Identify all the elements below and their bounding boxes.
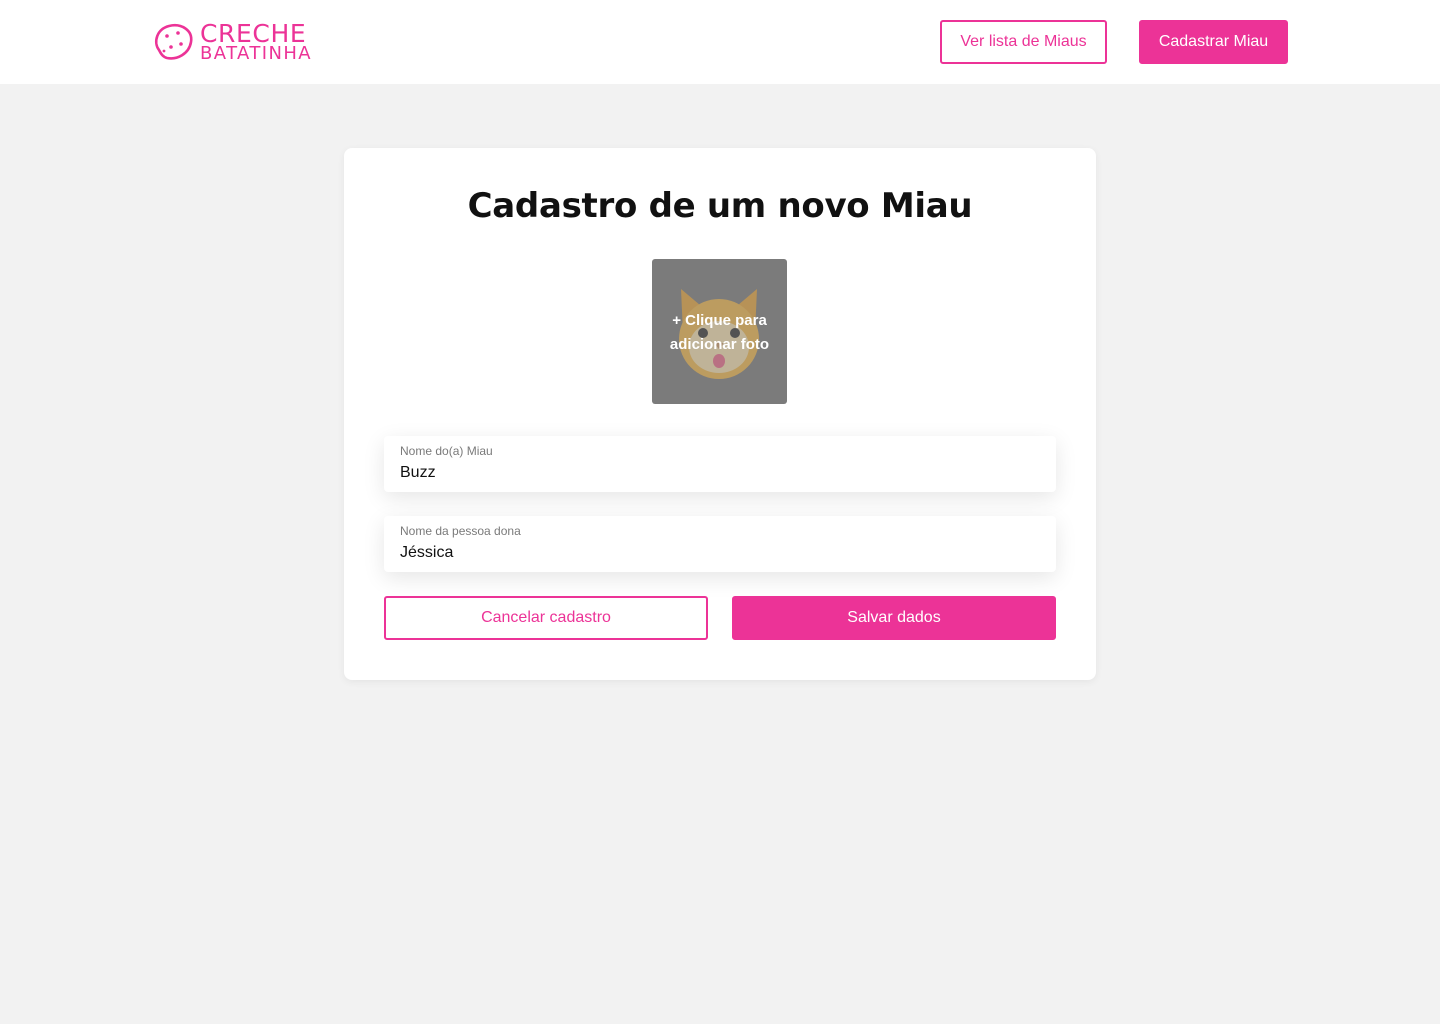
cat-name-field[interactable]: Nome do(a) Miau — [384, 436, 1056, 492]
photo-upload[interactable]: + Clique para adicionar foto — [652, 259, 787, 404]
cat-name-label: Nome do(a) Miau — [400, 444, 493, 458]
brand-logo[interactable]: CRECHE BATATINHA — [151, 20, 312, 64]
register-form-card: Cadastro de um novo Miau + Clique para a… — [344, 148, 1096, 680]
register-cat-button[interactable]: Cadastrar Miau — [1139, 20, 1288, 64]
brand-name: CRECHE BATATINHA — [200, 21, 312, 63]
owner-name-field[interactable]: Nome da pessoa dona — [384, 516, 1056, 572]
owner-name-label: Nome da pessoa dona — [400, 524, 521, 538]
brand-line-2: BATATINHA — [200, 43, 312, 64]
top-header: CRECHE BATATINHA Ver lista de Miaus Cada… — [0, 0, 1440, 84]
page-title: Cadastro de um novo Miau — [467, 186, 973, 226]
photo-upload-label: + Clique para adicionar foto — [652, 309, 787, 357]
potato-icon — [155, 24, 193, 60]
owner-name-input[interactable] — [400, 542, 1040, 564]
photo-upload-line-2: adicionar foto — [669, 336, 770, 353]
cat-name-input[interactable] — [400, 462, 1040, 484]
view-list-button[interactable]: Ver lista de Miaus — [940, 20, 1107, 64]
save-button[interactable]: Salvar dados — [732, 596, 1056, 640]
cancel-button[interactable]: Cancelar cadastro — [384, 596, 708, 640]
photo-upload-line-1: + Clique para — [672, 312, 767, 329]
